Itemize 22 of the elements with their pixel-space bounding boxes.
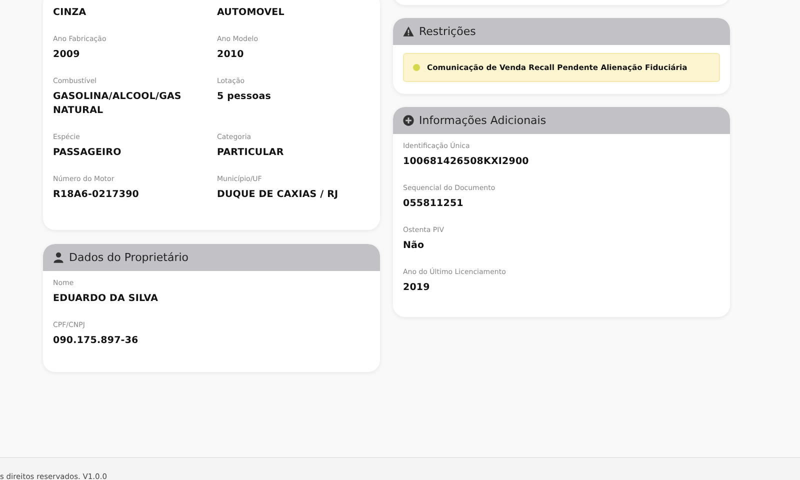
user-icon xyxy=(53,252,64,263)
field-value: CINZA xyxy=(53,6,88,20)
plus-circle-icon xyxy=(403,115,414,126)
field-value: 2009 xyxy=(53,48,81,62)
field-value: PARTICULAR xyxy=(217,146,285,160)
field-value: 5 pessoas xyxy=(217,90,272,104)
card-title: Dados do Proprietário xyxy=(69,251,189,264)
field-value: AUTOMOVEL xyxy=(217,6,286,20)
field-value: GASOLINA/ALCOOL/GAS NATURAL xyxy=(53,90,182,118)
field-value: 2010 xyxy=(217,48,245,62)
field-value: PASSAGEIRO xyxy=(53,146,122,160)
field-value: R18A6-0217390 xyxy=(53,188,140,202)
field-value: DUQUE DE CAXIAS / RJ xyxy=(217,188,340,202)
field-value: 090.175.897-36 xyxy=(53,334,140,348)
card-title: Restrições xyxy=(419,25,476,38)
field-value: 100681426508KXI2900 xyxy=(403,155,530,169)
field-value: 2019 xyxy=(403,281,431,295)
field-value: EDUARDO DA SILVA xyxy=(53,292,160,306)
field-value: Não xyxy=(403,239,426,253)
warning-icon xyxy=(403,26,414,37)
field-value: 055811251 xyxy=(403,197,464,211)
card-title: Informações Adicionais xyxy=(419,114,546,127)
